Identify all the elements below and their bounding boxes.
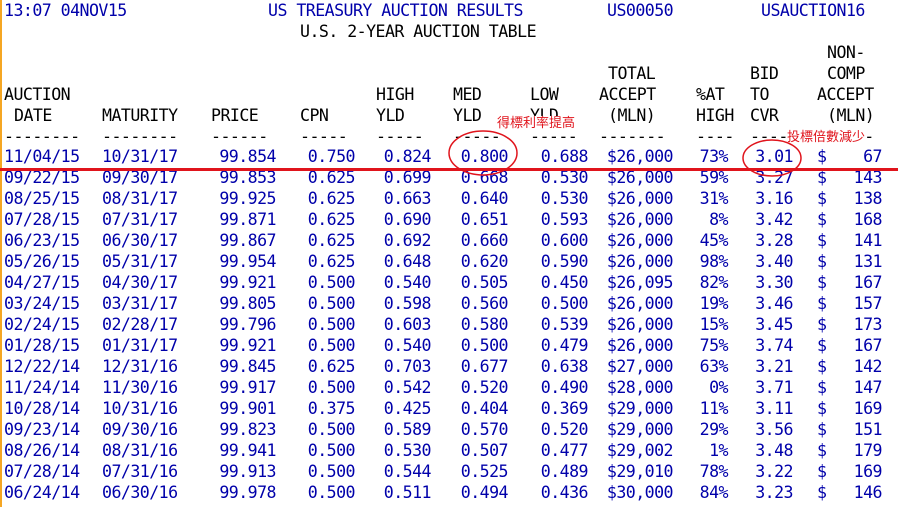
med-yld-circle (448, 130, 518, 176)
annotation-overlay (448, 130, 802, 177)
bid-cvr-circle (742, 139, 802, 177)
